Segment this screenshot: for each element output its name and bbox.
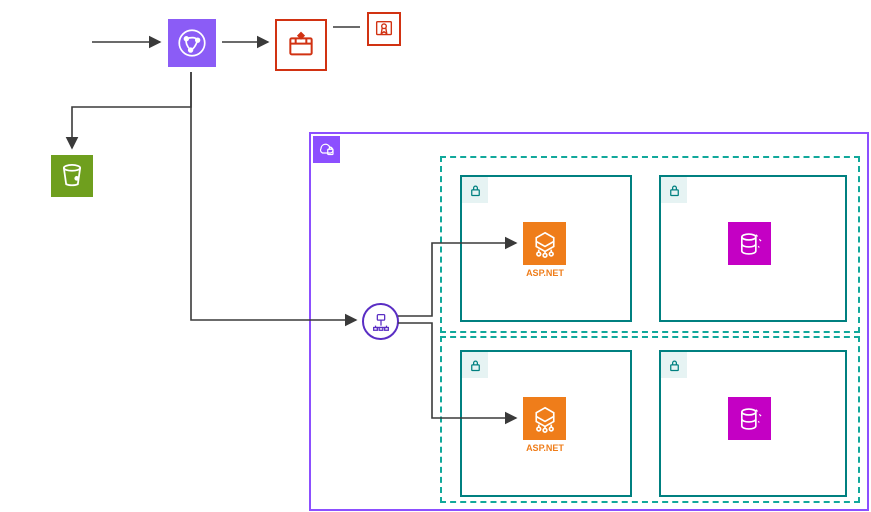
database-icon <box>728 397 771 440</box>
lock-icon <box>462 177 488 203</box>
load-balancer-icon <box>362 303 399 340</box>
vpc-icon <box>313 136 340 163</box>
app-server-label: ASP.NET <box>510 443 580 453</box>
app-server-icon <box>523 222 566 265</box>
lock-icon <box>661 177 687 203</box>
lock-icon <box>661 352 687 378</box>
app-server-icon <box>523 397 566 440</box>
certificate-manager-icon <box>367 12 401 46</box>
lock-icon <box>462 352 488 378</box>
app-server-label: ASP.NET <box>510 268 580 278</box>
waf-icon <box>275 19 327 71</box>
cloudfront-icon <box>168 19 216 67</box>
database-icon <box>728 222 771 265</box>
s3-bucket-icon <box>51 155 93 197</box>
